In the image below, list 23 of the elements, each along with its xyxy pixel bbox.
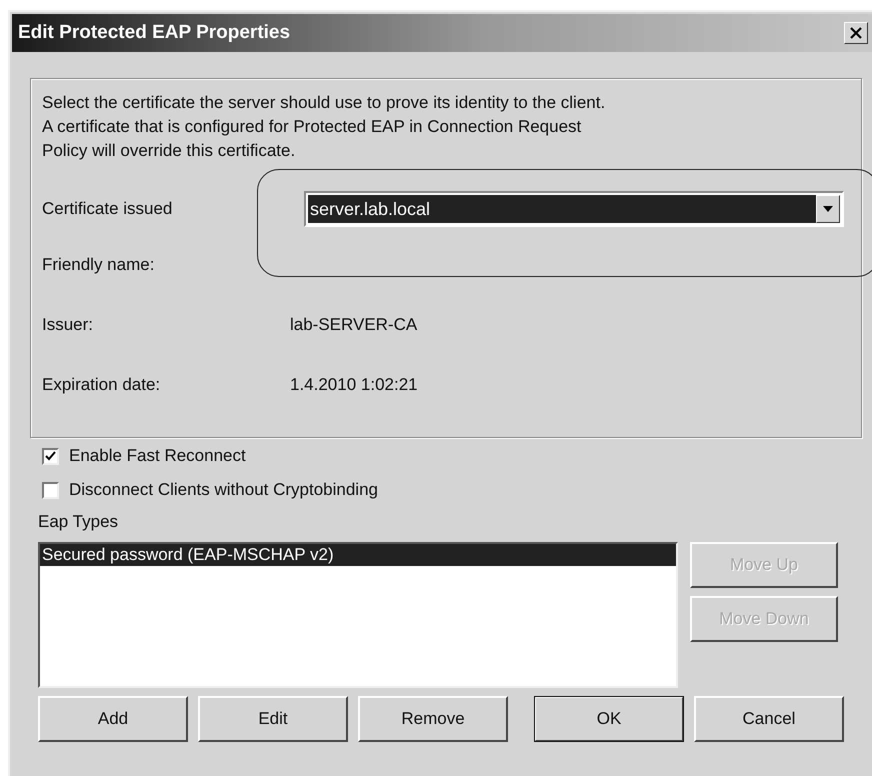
field-label: Expiration date:	[42, 375, 160, 395]
field-label: Certificate issued	[42, 199, 172, 219]
checkbox[interactable]	[42, 448, 59, 464]
list-item[interactable]: Secured password (EAP-MSCHAP v2)	[40, 544, 676, 566]
checkbox-label: Enable Fast Reconnect	[69, 446, 246, 466]
dialog-button[interactable]: Remove	[358, 696, 508, 742]
field-value: 1.4.2010 1:02:21	[290, 375, 418, 395]
field-label: Issuer:	[42, 315, 94, 335]
field-label: Friendly name:	[42, 255, 154, 275]
dialog-button[interactable]: OK	[534, 696, 684, 742]
field-value: lab-SERVER-CA	[290, 315, 418, 335]
intro-text: Select the certificate the server should use to prove its identity to the client. A certificate that is configured for Protected EAP in Connection Request Policy will override this certificate.	[42, 92, 606, 162]
certificate-dropdown[interactable]: server.lab.local	[304, 191, 844, 227]
dialog-button[interactable]: Edit	[198, 696, 348, 742]
eap-types-list[interactable]: Secured password (EAP-MSCHAP v2)	[38, 542, 678, 688]
checkbox[interactable]	[42, 482, 59, 498]
list-label: Eap Types	[38, 512, 120, 532]
checkbox-label: Disconnect Clients without Cryptobinding	[69, 480, 378, 500]
dialog-button[interactable]: Add	[38, 696, 188, 742]
window-title: Edit Protected EAP Properties	[18, 22, 290, 44]
close-icon	[849, 26, 863, 40]
close-button[interactable]	[844, 22, 868, 44]
dialog-button[interactable]: Cancel	[694, 696, 844, 742]
